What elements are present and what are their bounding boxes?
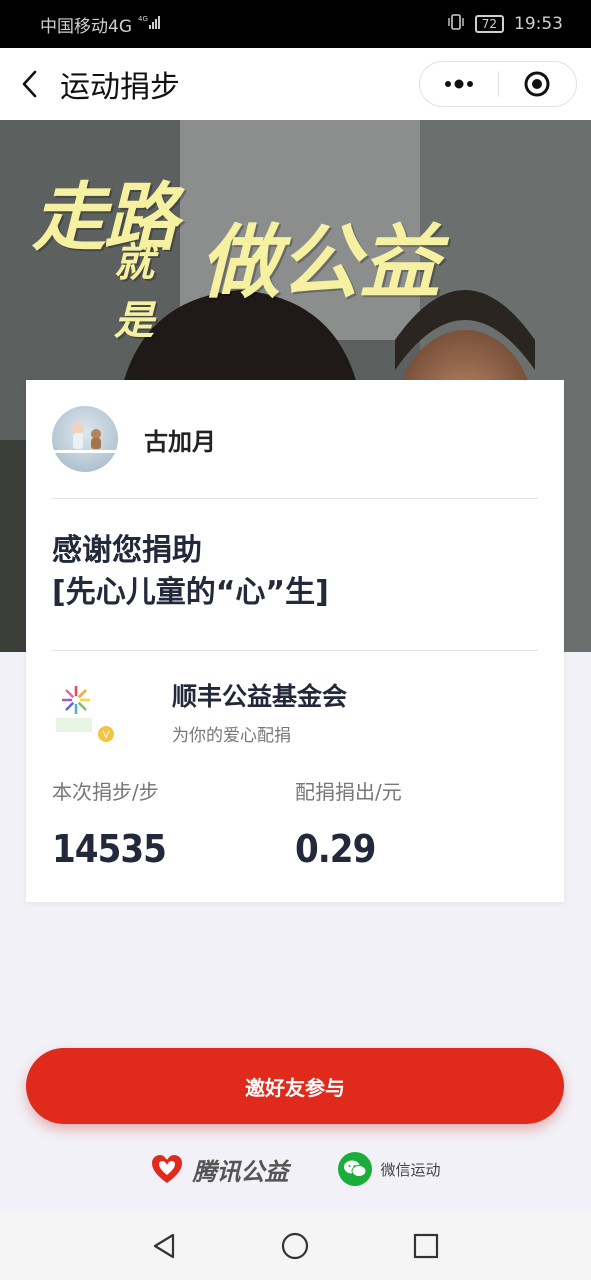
user-name: 古加月 bbox=[144, 427, 216, 456]
battery-icon: 72 bbox=[474, 15, 504, 33]
divider bbox=[52, 650, 538, 651]
user-row: 古加月 bbox=[52, 406, 216, 472]
square-recents-icon bbox=[413, 1233, 438, 1259]
banner-line-3: 做公益 bbox=[200, 216, 440, 309]
donation-card: 古加月 感谢您捐助 [先心儿童的“心”生] V 顺丰公益基金会 为你的爱心配捐 … bbox=[26, 380, 564, 902]
steps-label: 本次捐步/步 bbox=[52, 780, 159, 804]
wechat-sport-text: 微信运动 bbox=[380, 1160, 441, 1179]
signal-icon: 4G bbox=[138, 14, 164, 35]
banner-line-2: 就是 bbox=[114, 240, 154, 344]
project-name: [先心儿童的“心”生] bbox=[52, 575, 329, 610]
system-nav-bar bbox=[0, 1212, 591, 1280]
back-button[interactable] bbox=[0, 48, 60, 120]
circle-home-icon bbox=[282, 1232, 309, 1260]
svg-text:4G: 4G bbox=[138, 15, 148, 23]
invite-friends-button[interactable]: 邀好友参与 bbox=[26, 1048, 564, 1124]
banner-slogan: 走路 就是 做公益 bbox=[32, 158, 440, 344]
tencent-charity-brand: 腾讯公益 bbox=[150, 1152, 288, 1187]
status-bar: 中国移动4G 4G 72 19:53 bbox=[0, 0, 591, 48]
triangle-back-icon bbox=[154, 1233, 175, 1259]
org-name: 顺丰公益基金会 bbox=[172, 681, 348, 711]
org-logo: V bbox=[52, 676, 122, 746]
footer-brands: 腾讯公益 微信运动 bbox=[0, 1146, 591, 1192]
wechat-sport-brand: 微信运动 bbox=[338, 1152, 441, 1186]
title-bar: 运动捐步 bbox=[0, 48, 591, 120]
steps-value: 14535 bbox=[52, 827, 167, 871]
close-miniprogram-button[interactable] bbox=[499, 62, 577, 106]
sponsor-org: V 顺丰公益基金会 为你的爱心配捐 bbox=[52, 676, 347, 746]
steps-stat: 本次捐步/步 14535 bbox=[52, 776, 295, 871]
sunflower-logo-icon: V bbox=[56, 686, 114, 742]
org-description: 为你的爱心配捐 bbox=[172, 725, 291, 746]
match-value: 0.29 bbox=[295, 827, 376, 871]
avatar[interactable] bbox=[52, 406, 118, 472]
miniprogram-capsule bbox=[419, 61, 577, 107]
clock-text: 19:53 bbox=[514, 14, 563, 34]
donation-stats: 本次捐步/步 14535 配捐捐出/元 0.29 bbox=[52, 776, 538, 871]
thanks-line-1: 感谢您捐助 bbox=[52, 533, 202, 568]
more-dots-icon bbox=[444, 79, 473, 89]
match-stat: 配捐捐出/元 0.29 bbox=[295, 776, 538, 871]
avatar-image bbox=[52, 422, 118, 453]
vibrate-icon bbox=[447, 13, 465, 36]
more-button[interactable] bbox=[420, 62, 498, 106]
target-icon bbox=[524, 71, 550, 97]
nav-recents-button[interactable] bbox=[396, 1216, 456, 1276]
wechat-icon bbox=[338, 1152, 373, 1186]
match-label: 配捐捐出/元 bbox=[295, 780, 402, 804]
page-title: 运动捐步 bbox=[60, 70, 180, 105]
tencent-charity-text: 腾讯公益 bbox=[192, 1157, 289, 1186]
thanks-message: 感谢您捐助 [先心儿童的“心”生] bbox=[52, 530, 329, 614]
chevron-left-icon bbox=[22, 70, 37, 98]
nav-home-button[interactable] bbox=[265, 1216, 325, 1276]
divider bbox=[52, 498, 538, 499]
nav-back-button[interactable] bbox=[135, 1216, 195, 1276]
carrier-text: 中国移动4G bbox=[40, 16, 132, 37]
svg-text:V: V bbox=[103, 730, 110, 741]
heart-logo-icon bbox=[152, 1155, 183, 1183]
